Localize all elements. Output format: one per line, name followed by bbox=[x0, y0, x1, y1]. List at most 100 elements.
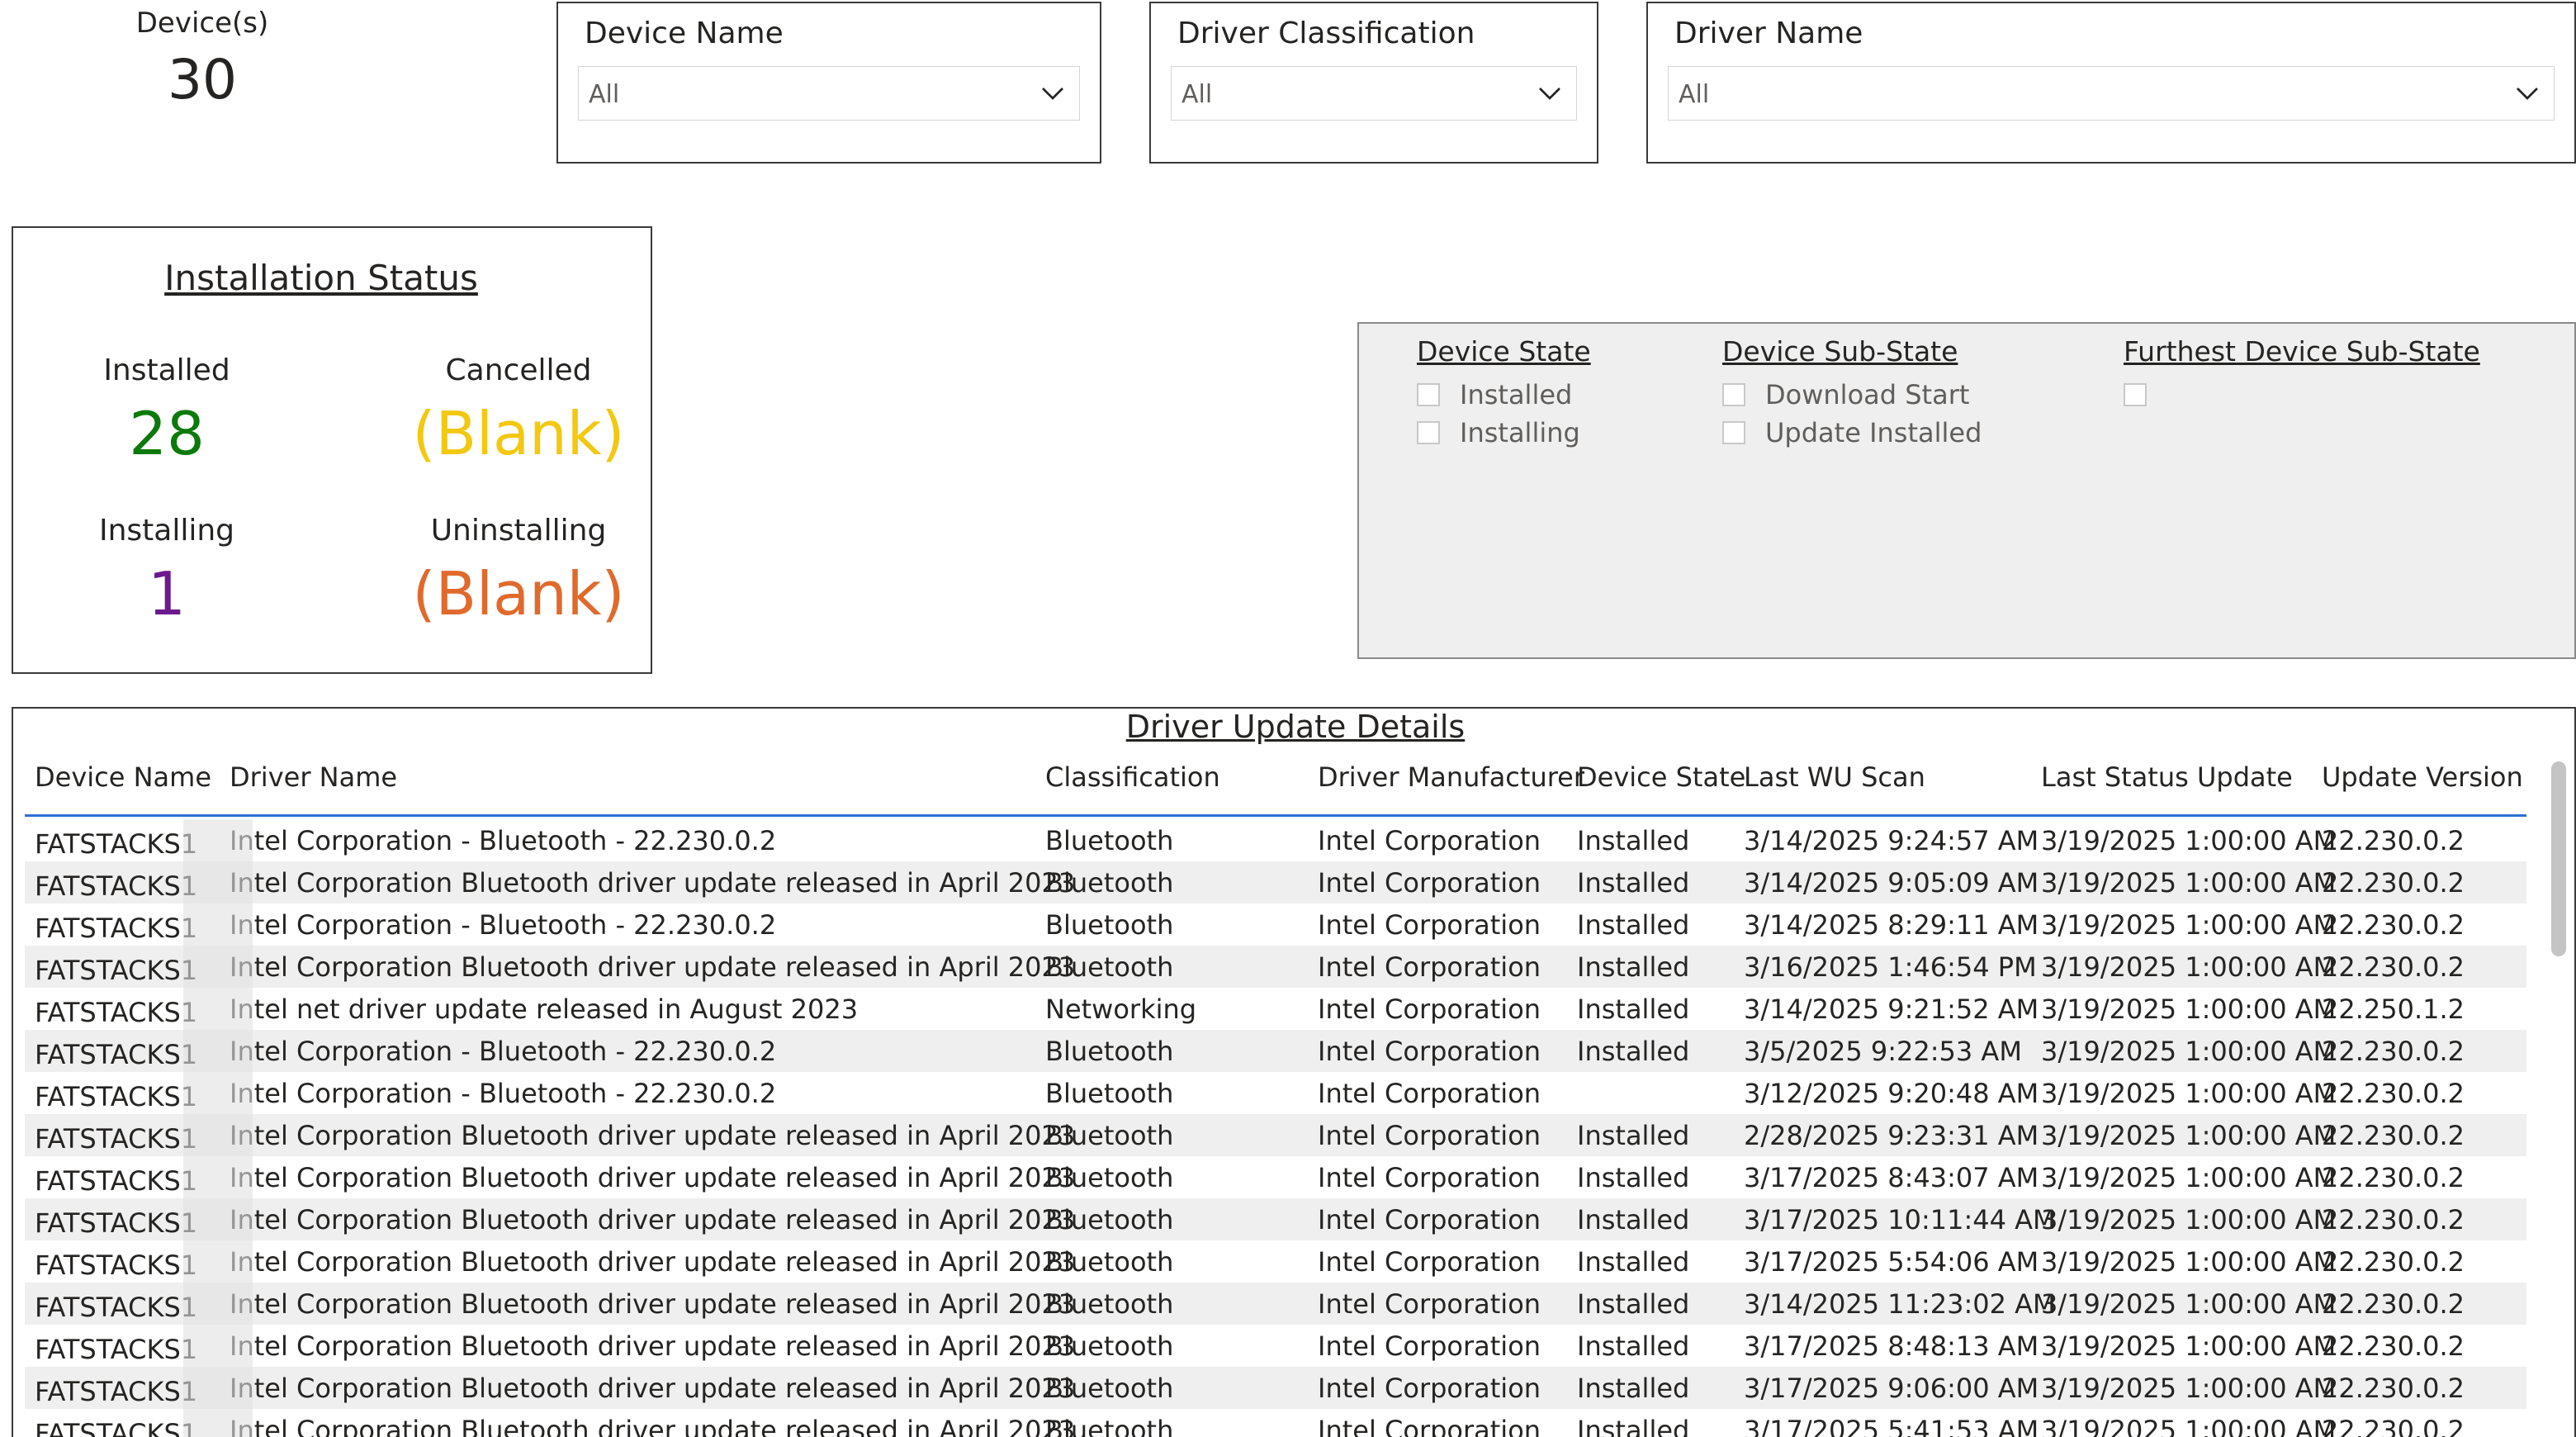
redacted-overlay bbox=[183, 1240, 253, 1283]
cell-device-name: FATSTACKS1 bbox=[35, 828, 198, 860]
table-row[interactable]: FATSTACKS1 Intel Corporation Bluetooth dr… bbox=[25, 1240, 2526, 1283]
cell-driver-manufacturer: Intel Corporation bbox=[1318, 1288, 1541, 1320]
table-row[interactable]: FATSTACKS1 Intel Corporation Bluetooth dr… bbox=[25, 1198, 2526, 1240]
sub-state-option-update-installed[interactable]: Update Installed bbox=[1722, 414, 1982, 452]
cell-device-name: FATSTACKS1 bbox=[35, 1250, 198, 1281]
cell-device-state: Installed bbox=[1577, 1330, 1690, 1362]
cell-last-status-update: 3/19/2025 1:00:00 AM bbox=[2041, 1036, 2337, 1067]
column-header-driver-name[interactable]: Driver Name bbox=[230, 761, 397, 798]
table-row[interactable]: FATSTACKS1 Intel Corporation - Bluetooth … bbox=[25, 1072, 2526, 1114]
cell-update-version: 22.230.0.2 bbox=[2322, 825, 2465, 856]
table-title: Driver Update Details bbox=[1125, 709, 1466, 745]
device-state-option-installed[interactable]: Installed bbox=[1417, 376, 1591, 414]
cell-last-status-update: 3/19/2025 1:00:00 AM bbox=[2041, 1120, 2337, 1151]
cell-driver-manufacturer: Intel Corporation bbox=[1318, 1036, 1541, 1067]
furthest-sub-state-option-blank[interactable] bbox=[2124, 376, 2480, 414]
table-row[interactable]: FATSTACKS1 Intel Corporation Bluetooth dr… bbox=[25, 946, 2526, 988]
cell-device-name: FATSTACKS1 bbox=[35, 1081, 198, 1112]
column-header-update-version[interactable]: Update Version bbox=[2322, 761, 2523, 798]
cell-last-wu-scan: 3/5/2025 9:22:53 AM bbox=[1744, 1036, 2022, 1067]
table-row[interactable]: FATSTACKS1 Intel Corporation Bluetooth dr… bbox=[25, 1367, 2526, 1409]
installed-metric: Installed 28 bbox=[18, 353, 315, 468]
option-label: Download Start bbox=[1765, 379, 1970, 410]
option-label: Update Installed bbox=[1765, 417, 1982, 448]
installed-label: Installed bbox=[103, 353, 230, 387]
redacted-overlay bbox=[183, 1367, 253, 1409]
cell-driver-manufacturer: Intel Corporation bbox=[1318, 951, 1541, 983]
slicer-title: Driver Classification bbox=[1177, 17, 1475, 50]
checkbox[interactable] bbox=[2124, 383, 2147, 406]
device-state-option-installing[interactable]: Installing bbox=[1417, 414, 1591, 452]
cell-update-version: 22.230.0.2 bbox=[2322, 1288, 2465, 1320]
cell-device-state: Installed bbox=[1577, 1288, 1690, 1320]
state-filter-panel: Device State Installed Installing Device… bbox=[1357, 322, 2576, 659]
checkbox[interactable] bbox=[1722, 383, 1745, 406]
table-row[interactable]: FATSTACKS1 Intel Corporation Bluetooth dr… bbox=[25, 861, 2526, 903]
table-row[interactable]: FATSTACKS1 Intel Corporation Bluetooth dr… bbox=[25, 1283, 2526, 1325]
cell-last-wu-scan: 3/14/2025 11:23:02 AM bbox=[1744, 1288, 2056, 1320]
table-row[interactable]: FATSTACKS1 Intel net driver update releas… bbox=[25, 988, 2526, 1030]
dropdown-value: All bbox=[1181, 80, 1213, 109]
cell-last-status-update: 3/19/2025 1:00:00 AM bbox=[2041, 1246, 2337, 1278]
cell-driver-manufacturer: Intel Corporation bbox=[1318, 1162, 1541, 1193]
cell-driver-manufacturer: Intel Corporation bbox=[1318, 1330, 1541, 1362]
cell-classification: Bluetooth bbox=[1045, 1162, 1174, 1193]
installation-status-title: Installation Status bbox=[164, 258, 478, 298]
table-row[interactable]: FATSTACKS1 Intel Corporation Bluetooth dr… bbox=[25, 1409, 2526, 1437]
cell-driver-manufacturer: Intel Corporation bbox=[1318, 867, 1541, 899]
cell-classification: Bluetooth bbox=[1045, 1415, 1174, 1437]
device-sub-state-filter: Device Sub-State Download Start Update I… bbox=[1722, 335, 1982, 452]
cell-classification: Bluetooth bbox=[1045, 1373, 1174, 1404]
redacted-overlay bbox=[183, 861, 253, 903]
device-name-dropdown[interactable]: All bbox=[578, 66, 1080, 121]
column-header-device-state[interactable]: Device State bbox=[1577, 761, 1745, 798]
cell-update-version: 22.230.0.2 bbox=[2322, 1246, 2465, 1278]
installed-value: 28 bbox=[129, 399, 205, 468]
cell-device-state: Installed bbox=[1577, 1204, 1690, 1235]
cell-last-wu-scan: 3/14/2025 9:24:57 AM bbox=[1744, 825, 2039, 856]
cell-driver-manufacturer: Intel Corporation bbox=[1318, 909, 1541, 941]
sub-state-option-download-start[interactable]: Download Start bbox=[1722, 376, 1982, 414]
cell-device-name: FATSTACKS1 bbox=[35, 1292, 198, 1323]
cell-last-status-update: 3/19/2025 1:00:00 AM bbox=[2041, 909, 2337, 941]
cell-last-wu-scan: 3/16/2025 1:46:54 PM bbox=[1744, 951, 2037, 983]
column-header-classification[interactable]: Classification bbox=[1045, 761, 1220, 798]
table-row[interactable]: FATSTACKS1 Intel Corporation Bluetooth dr… bbox=[25, 1325, 2526, 1367]
cell-device-name: FATSTACKS1 bbox=[35, 997, 198, 1028]
column-header-last-status-update[interactable]: Last Status Update bbox=[2041, 761, 2293, 798]
column-header-driver-manufacturer[interactable]: Driver Manufacturer bbox=[1318, 761, 1584, 798]
cell-device-name: FATSTACKS1 bbox=[35, 1039, 198, 1070]
cell-last-wu-scan: 3/17/2025 8:43:07 AM bbox=[1744, 1162, 2039, 1193]
table-row[interactable]: FATSTACKS1 Intel Corporation Bluetooth dr… bbox=[25, 1114, 2526, 1156]
cell-last-status-update: 3/19/2025 1:00:00 AM bbox=[2041, 1204, 2337, 1235]
driver-classification-dropdown[interactable]: All bbox=[1171, 66, 1577, 121]
table-row[interactable]: FATSTACKS1 Intel Corporation - Bluetooth … bbox=[25, 819, 2526, 861]
column-header-device-name[interactable]: Device Name bbox=[35, 761, 211, 798]
cell-device-name: FATSTACKS1 bbox=[35, 1334, 198, 1365]
cell-driver-name: Intel Corporation - Bluetooth - 22.230.0… bbox=[230, 1078, 777, 1109]
vertical-scrollbar[interactable] bbox=[2551, 761, 2566, 956]
column-header-last-wu-scan[interactable]: Last WU Scan bbox=[1744, 761, 1925, 798]
cell-device-state: Installed bbox=[1577, 1415, 1690, 1437]
redacted-overlay bbox=[183, 1030, 253, 1072]
checkbox[interactable] bbox=[1722, 421, 1745, 444]
cell-device-name: FATSTACKS1 bbox=[35, 1165, 198, 1197]
cell-update-version: 22.230.0.2 bbox=[2322, 1415, 2465, 1437]
cell-last-status-update: 3/19/2025 1:00:00 AM bbox=[2041, 951, 2337, 983]
checkbox[interactable] bbox=[1417, 421, 1440, 444]
table-row[interactable]: FATSTACKS1 Intel Corporation - Bluetooth … bbox=[25, 1030, 2526, 1072]
cell-last-wu-scan: 3/17/2025 10:11:44 AM bbox=[1744, 1204, 2056, 1235]
cancelled-label: Cancelled bbox=[445, 353, 592, 387]
cell-device-state: Installed bbox=[1577, 1120, 1690, 1151]
redacted-overlay bbox=[183, 1409, 253, 1437]
cell-classification: Bluetooth bbox=[1045, 1078, 1174, 1109]
device-state-title: Device State bbox=[1417, 335, 1591, 368]
cell-classification: Bluetooth bbox=[1045, 1036, 1174, 1067]
table-row[interactable]: FATSTACKS1 Intel Corporation Bluetooth dr… bbox=[25, 1156, 2526, 1198]
cell-driver-name: Intel Corporation Bluetooth driver updat… bbox=[230, 1288, 1076, 1320]
cell-driver-manufacturer: Intel Corporation bbox=[1318, 1204, 1541, 1235]
driver-name-dropdown[interactable]: All bbox=[1668, 66, 2555, 121]
checkbox[interactable] bbox=[1417, 383, 1440, 406]
table-row[interactable]: FATSTACKS1 Intel Corporation - Bluetooth … bbox=[25, 903, 2526, 946]
cell-last-wu-scan: 3/17/2025 5:41:53 AM bbox=[1744, 1415, 2039, 1437]
